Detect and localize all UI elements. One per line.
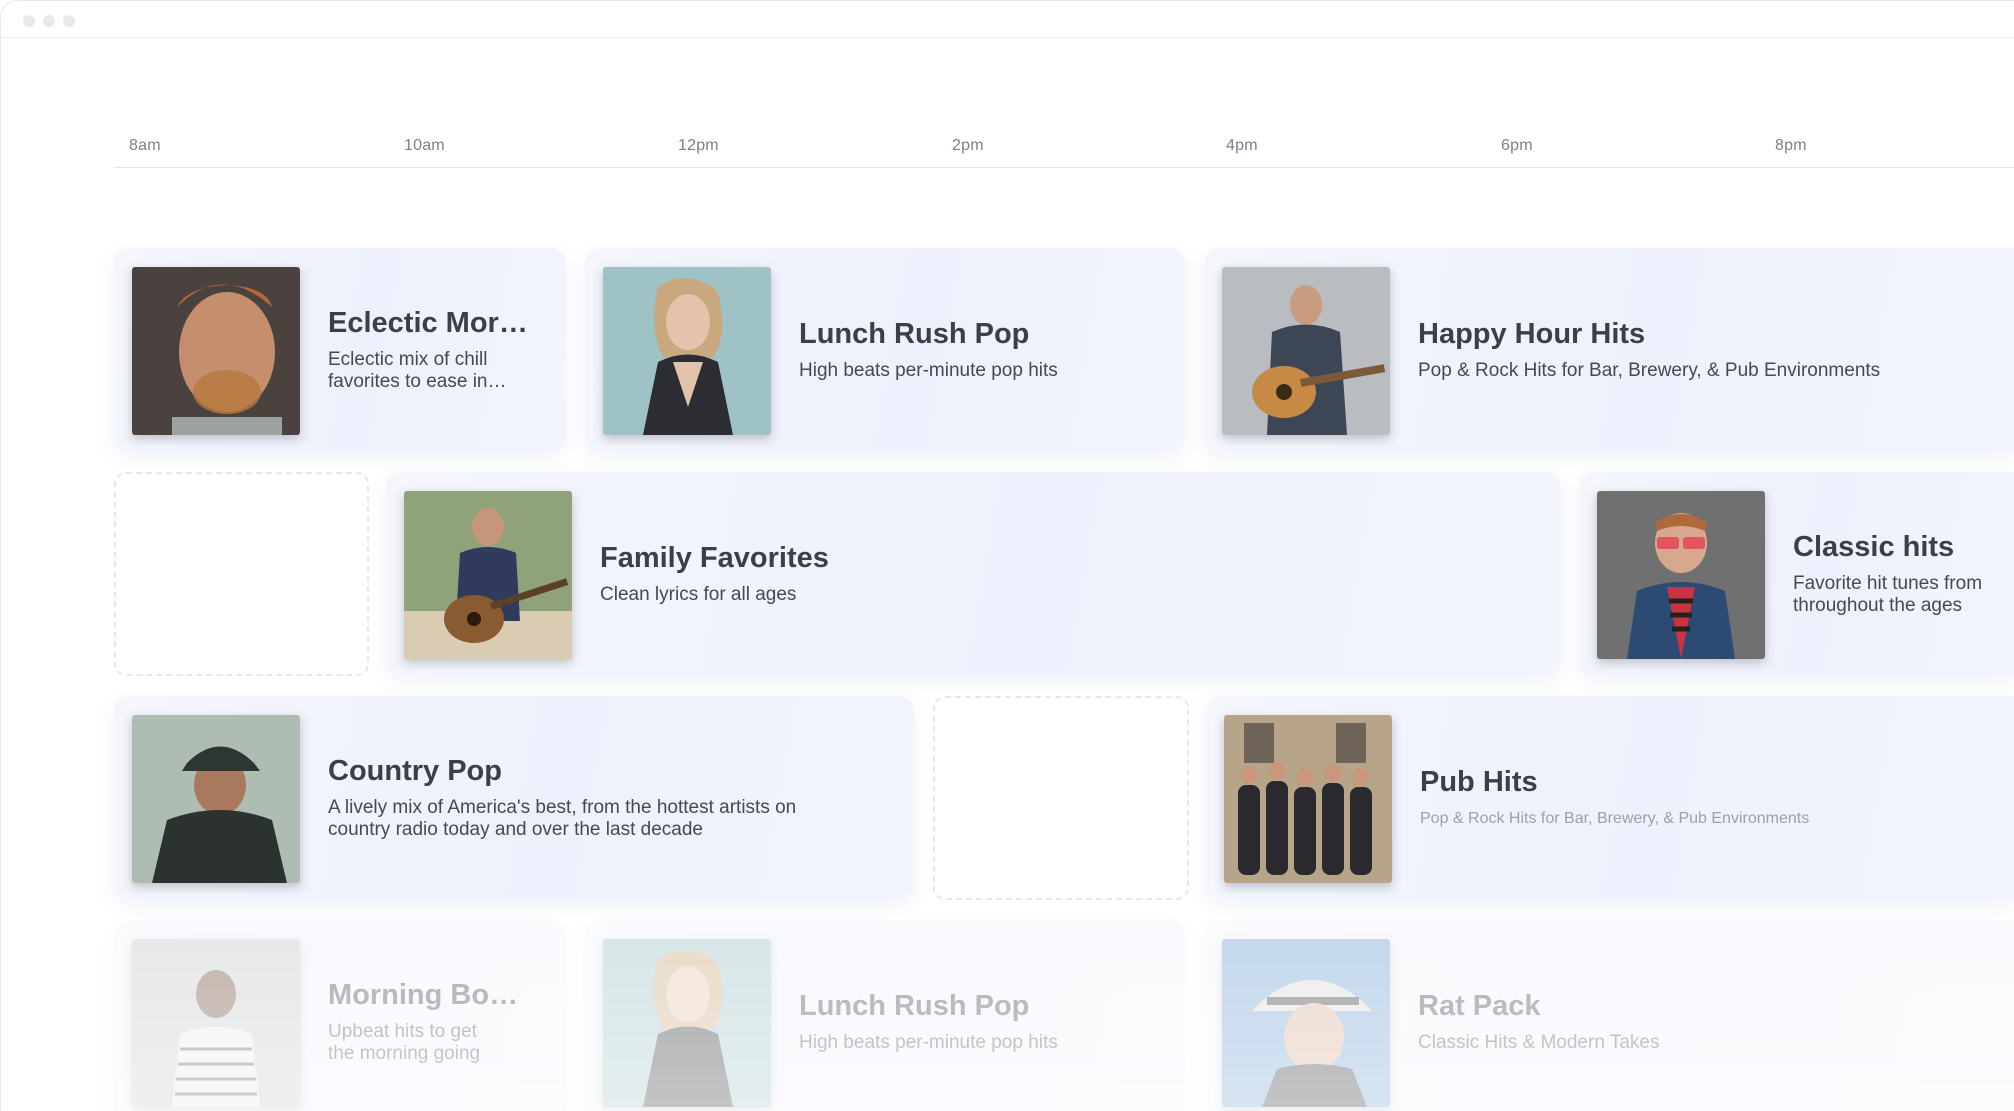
card-text: Lunch Rush Pop High beats per-minute pop… (799, 920, 1165, 1111)
playlist-description: Pop & Rock Hits for Bar, Brewery, & Pub … (1420, 810, 1810, 827)
close-window-icon[interactable] (23, 15, 35, 27)
album-art (404, 491, 572, 659)
playlist-description: Eclectic mix of chill favorites to ease … (328, 349, 507, 392)
time-tick: 4pm (1226, 137, 1258, 154)
playlist-description: Classic Hits & Modern Takes (1418, 1032, 1660, 1053)
card-text: Eclectic Mor… Eclectic mix of chill favo… (328, 248, 546, 452)
artist-portrait-icon (132, 267, 300, 435)
playlist-card-classic-hits[interactable]: Classic hits Favorite hit tunes from thr… (1579, 472, 2014, 676)
timeline-axis: 8am 10am 12pm 2pm 4pm 6pm 8pm (114, 129, 2014, 168)
playlist-description: A lively mix of America's best, from the… (328, 797, 797, 840)
album-art (132, 715, 300, 883)
playlist-card-happy-hour-hits[interactable]: Happy Hour Hits Pop & Rock Hits for Bar,… (1204, 248, 2014, 452)
band-photo-icon (1224, 715, 1392, 883)
album-art (603, 939, 771, 1107)
app-window: 8am 10am 12pm 2pm 4pm 6pm 8pm Eclectic M… (0, 0, 2014, 1111)
playlist-title: Lunch Rush Pop (799, 318, 1030, 350)
guitarist-icon (1222, 267, 1390, 435)
playlist-card-lunch-rush-pop[interactable]: Lunch Rush Pop High beats per-minute pop… (585, 248, 1185, 452)
playlist-title: Family Favorites (600, 542, 829, 574)
album-art (603, 267, 771, 435)
playlist-title: Pub Hits (1420, 766, 1538, 798)
empty-timeslot[interactable] (114, 472, 369, 676)
playlist-card-eclectic-morning[interactable]: Eclectic Mor… Eclectic mix of chill favo… (114, 248, 566, 452)
artist-portrait-icon (1597, 491, 1765, 659)
playlist-card-morning-boost[interactable]: Morning Bo… Upbeat hits to get the morni… (114, 920, 566, 1111)
artist-portrait-icon (132, 715, 300, 883)
artist-portrait-icon (132, 939, 300, 1107)
maximize-window-icon[interactable] (63, 15, 75, 27)
artist-portrait-icon (603, 939, 771, 1107)
playlist-description: Upbeat hits to get the morning going (328, 1021, 481, 1064)
playlist-card-family-favorites[interactable]: Family Favorites Clean lyrics for all ag… (386, 472, 1561, 676)
card-text: Classic hits Favorite hit tunes from thr… (1793, 472, 1995, 676)
time-tick: 8pm (1775, 137, 1807, 154)
time-tick: 6pm (1501, 137, 1533, 154)
artist-portrait-icon (603, 267, 771, 435)
guitarist-icon (404, 491, 572, 659)
playlist-title: Rat Pack (1418, 990, 1541, 1022)
card-text: Lunch Rush Pop High beats per-minute pop… (799, 248, 1165, 452)
playlist-description: Favorite hit tunes from throughout the a… (1793, 573, 1983, 616)
time-tick: 2pm (952, 137, 984, 154)
time-tick: 12pm (678, 137, 719, 154)
card-text: Family Favorites Clean lyrics for all ag… (600, 472, 1541, 676)
card-text: Pub Hits Pop & Rock Hits for Bar, Brewer… (1420, 696, 1995, 900)
playlist-card-country-pop[interactable]: Country Pop A lively mix of America's be… (114, 696, 914, 900)
playlist-title: Classic hits (1793, 531, 1955, 563)
playlist-description: Pop & Rock Hits for Bar, Brewery, & Pub … (1418, 360, 1881, 381)
artist-portrait-icon (1222, 939, 1390, 1107)
minimize-window-icon[interactable] (43, 15, 55, 27)
playlist-title: Country Pop (328, 755, 502, 787)
album-art (1597, 491, 1765, 659)
album-art (1224, 715, 1392, 883)
playlist-description: High beats per-minute pop hits (799, 1032, 1058, 1053)
playlist-card-lunch-rush-pop-2[interactable]: Lunch Rush Pop High beats per-minute pop… (585, 920, 1185, 1111)
card-text: Happy Hour Hits Pop & Rock Hits for Bar,… (1418, 248, 1995, 452)
playlist-card-pub-hits[interactable]: Pub Hits Pop & Rock Hits for Bar, Brewer… (1206, 696, 2014, 900)
time-tick: 10am (404, 137, 445, 154)
card-text: Morning Bo… Upbeat hits to get the morni… (328, 920, 546, 1111)
playlist-title: Morning Bo… (328, 979, 519, 1011)
playlist-title: Happy Hour Hits (1418, 318, 1646, 350)
playlist-description: High beats per-minute pop hits (799, 360, 1058, 381)
album-art (132, 939, 300, 1107)
title-bar (1, 1, 2014, 38)
playlist-description: Clean lyrics for all ages (600, 584, 797, 605)
card-text: Country Pop A lively mix of America's be… (328, 696, 894, 900)
time-tick: 8am (129, 137, 161, 154)
playlist-title: Eclectic Mor… (328, 307, 528, 339)
album-art (1222, 267, 1390, 435)
card-text: Rat Pack Classic Hits & Modern Takes (1418, 920, 1995, 1111)
playlist-card-rat-pack[interactable]: Rat Pack Classic Hits & Modern Takes (1204, 920, 2014, 1111)
playlist-title: Lunch Rush Pop (799, 990, 1030, 1022)
album-art (132, 267, 300, 435)
album-art (1222, 939, 1390, 1107)
empty-timeslot[interactable] (933, 696, 1189, 900)
